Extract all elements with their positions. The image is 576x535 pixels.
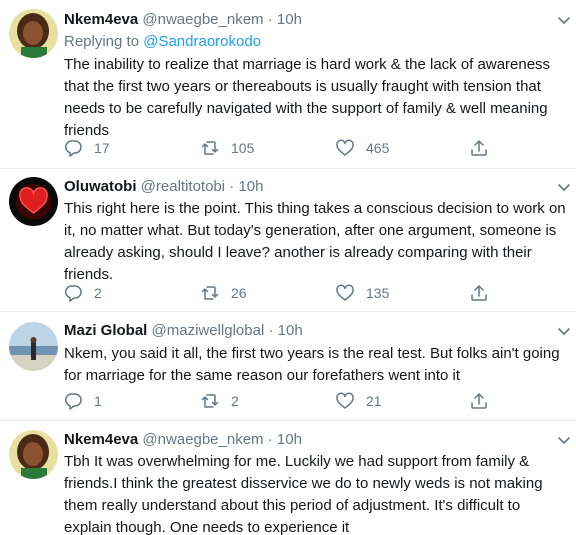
tweet[interactable]: Nkem4eva @nwaegbe_nkem · 10h Tbh It was …	[0, 421, 576, 535]
tweet-actions: 2 26 135	[64, 283, 570, 303]
retweet-icon	[201, 286, 219, 300]
tweet-text: This right here is the point. This thing…	[64, 200, 566, 283]
timestamp[interactable]: 10h	[238, 178, 263, 195]
chevron-down-icon[interactable]	[556, 432, 572, 448]
tweet-text: Nkem, you said it all, the first two yea…	[64, 345, 560, 384]
replying-to-line: Replying to @Sandraorokodo	[64, 32, 261, 52]
reply-button[interactable]: 1	[64, 391, 102, 411]
reply-button[interactable]: 17	[64, 138, 110, 158]
display-name[interactable]: Nkem4eva	[64, 431, 138, 448]
share-button[interactable]	[470, 283, 500, 303]
user-handle[interactable]: @nwaegbe_nkem	[142, 11, 263, 28]
tweet-actions: 1 2 21	[64, 391, 570, 411]
mention-link[interactable]: @Sandraorokodo	[143, 33, 261, 50]
reply-icon	[64, 285, 82, 302]
share-icon	[471, 393, 487, 409]
retweet-button[interactable]: 26	[201, 283, 247, 303]
avatar[interactable]	[9, 322, 58, 371]
avatar[interactable]	[9, 430, 58, 479]
share-icon	[471, 140, 487, 156]
retweet-count: 2	[231, 393, 239, 409]
reply-icon	[64, 393, 82, 410]
reply-count: 1	[94, 393, 102, 409]
reply-count: 17	[94, 140, 110, 156]
display-name[interactable]: Nkem4eva	[64, 11, 138, 28]
tweet[interactable]: Oluwatobi @realtitotobi · 10h This right…	[0, 169, 576, 311]
tweet-actions: 17 105 465	[64, 138, 570, 158]
chevron-down-icon[interactable]	[556, 179, 572, 195]
timestamp[interactable]: 10h	[278, 322, 303, 339]
display-name[interactable]: Oluwatobi	[64, 178, 137, 195]
separator-dot: ·	[229, 178, 235, 195]
separator-dot: ·	[267, 11, 273, 28]
like-count: 465	[366, 140, 390, 156]
avatar[interactable]	[9, 9, 58, 58]
reply-button[interactable]: 2	[64, 283, 102, 303]
like-button[interactable]: 135	[336, 283, 389, 303]
reply-count: 2	[94, 285, 102, 301]
timeline: Nkem4eva @nwaegbe_nkem · 10h Replying to…	[0, 0, 576, 535]
chevron-down-icon[interactable]	[556, 323, 572, 339]
separator-dot: ·	[268, 322, 274, 339]
like-button[interactable]: 465	[336, 138, 389, 158]
retweet-count: 26	[231, 285, 247, 301]
separator-dot: ·	[267, 431, 273, 448]
user-handle[interactable]: @nwaegbe_nkem	[142, 431, 263, 448]
user-handle[interactable]: @maziwellglobal	[152, 322, 265, 339]
retweet-count: 105	[231, 140, 255, 156]
like-count: 135	[366, 285, 390, 301]
like-count: 21	[366, 393, 382, 409]
retweet-button[interactable]: 2	[201, 391, 239, 411]
tweet-text: Tbh It was overwhelming for me. Luckily …	[64, 453, 543, 535]
timestamp[interactable]: 10h	[277, 431, 302, 448]
share-button[interactable]	[470, 138, 500, 158]
avatar[interactable]	[9, 177, 58, 226]
like-button[interactable]: 21	[336, 391, 382, 411]
tweet[interactable]: Mazi Global @maziwellglobal · 10h Nkem, …	[0, 312, 576, 420]
like-icon	[336, 392, 354, 409]
tweet[interactable]: Nkem4eva @nwaegbe_nkem · 10h Replying to…	[0, 0, 576, 168]
retweet-button[interactable]: 105	[201, 138, 254, 158]
share-button[interactable]	[470, 391, 500, 411]
display-name[interactable]: Mazi Global	[64, 322, 147, 339]
user-handle[interactable]: @realtitotobi	[141, 178, 225, 195]
retweet-icon	[201, 141, 219, 155]
like-icon	[336, 284, 354, 301]
chevron-down-icon[interactable]	[556, 12, 572, 28]
reply-icon	[64, 140, 82, 157]
replying-to-label: Replying to	[64, 33, 144, 50]
retweet-icon	[201, 394, 219, 408]
timestamp[interactable]: 10h	[277, 11, 302, 28]
share-icon	[471, 285, 487, 301]
tweet-text: The inability to realize that marriage i…	[64, 56, 551, 139]
like-icon	[336, 139, 354, 156]
